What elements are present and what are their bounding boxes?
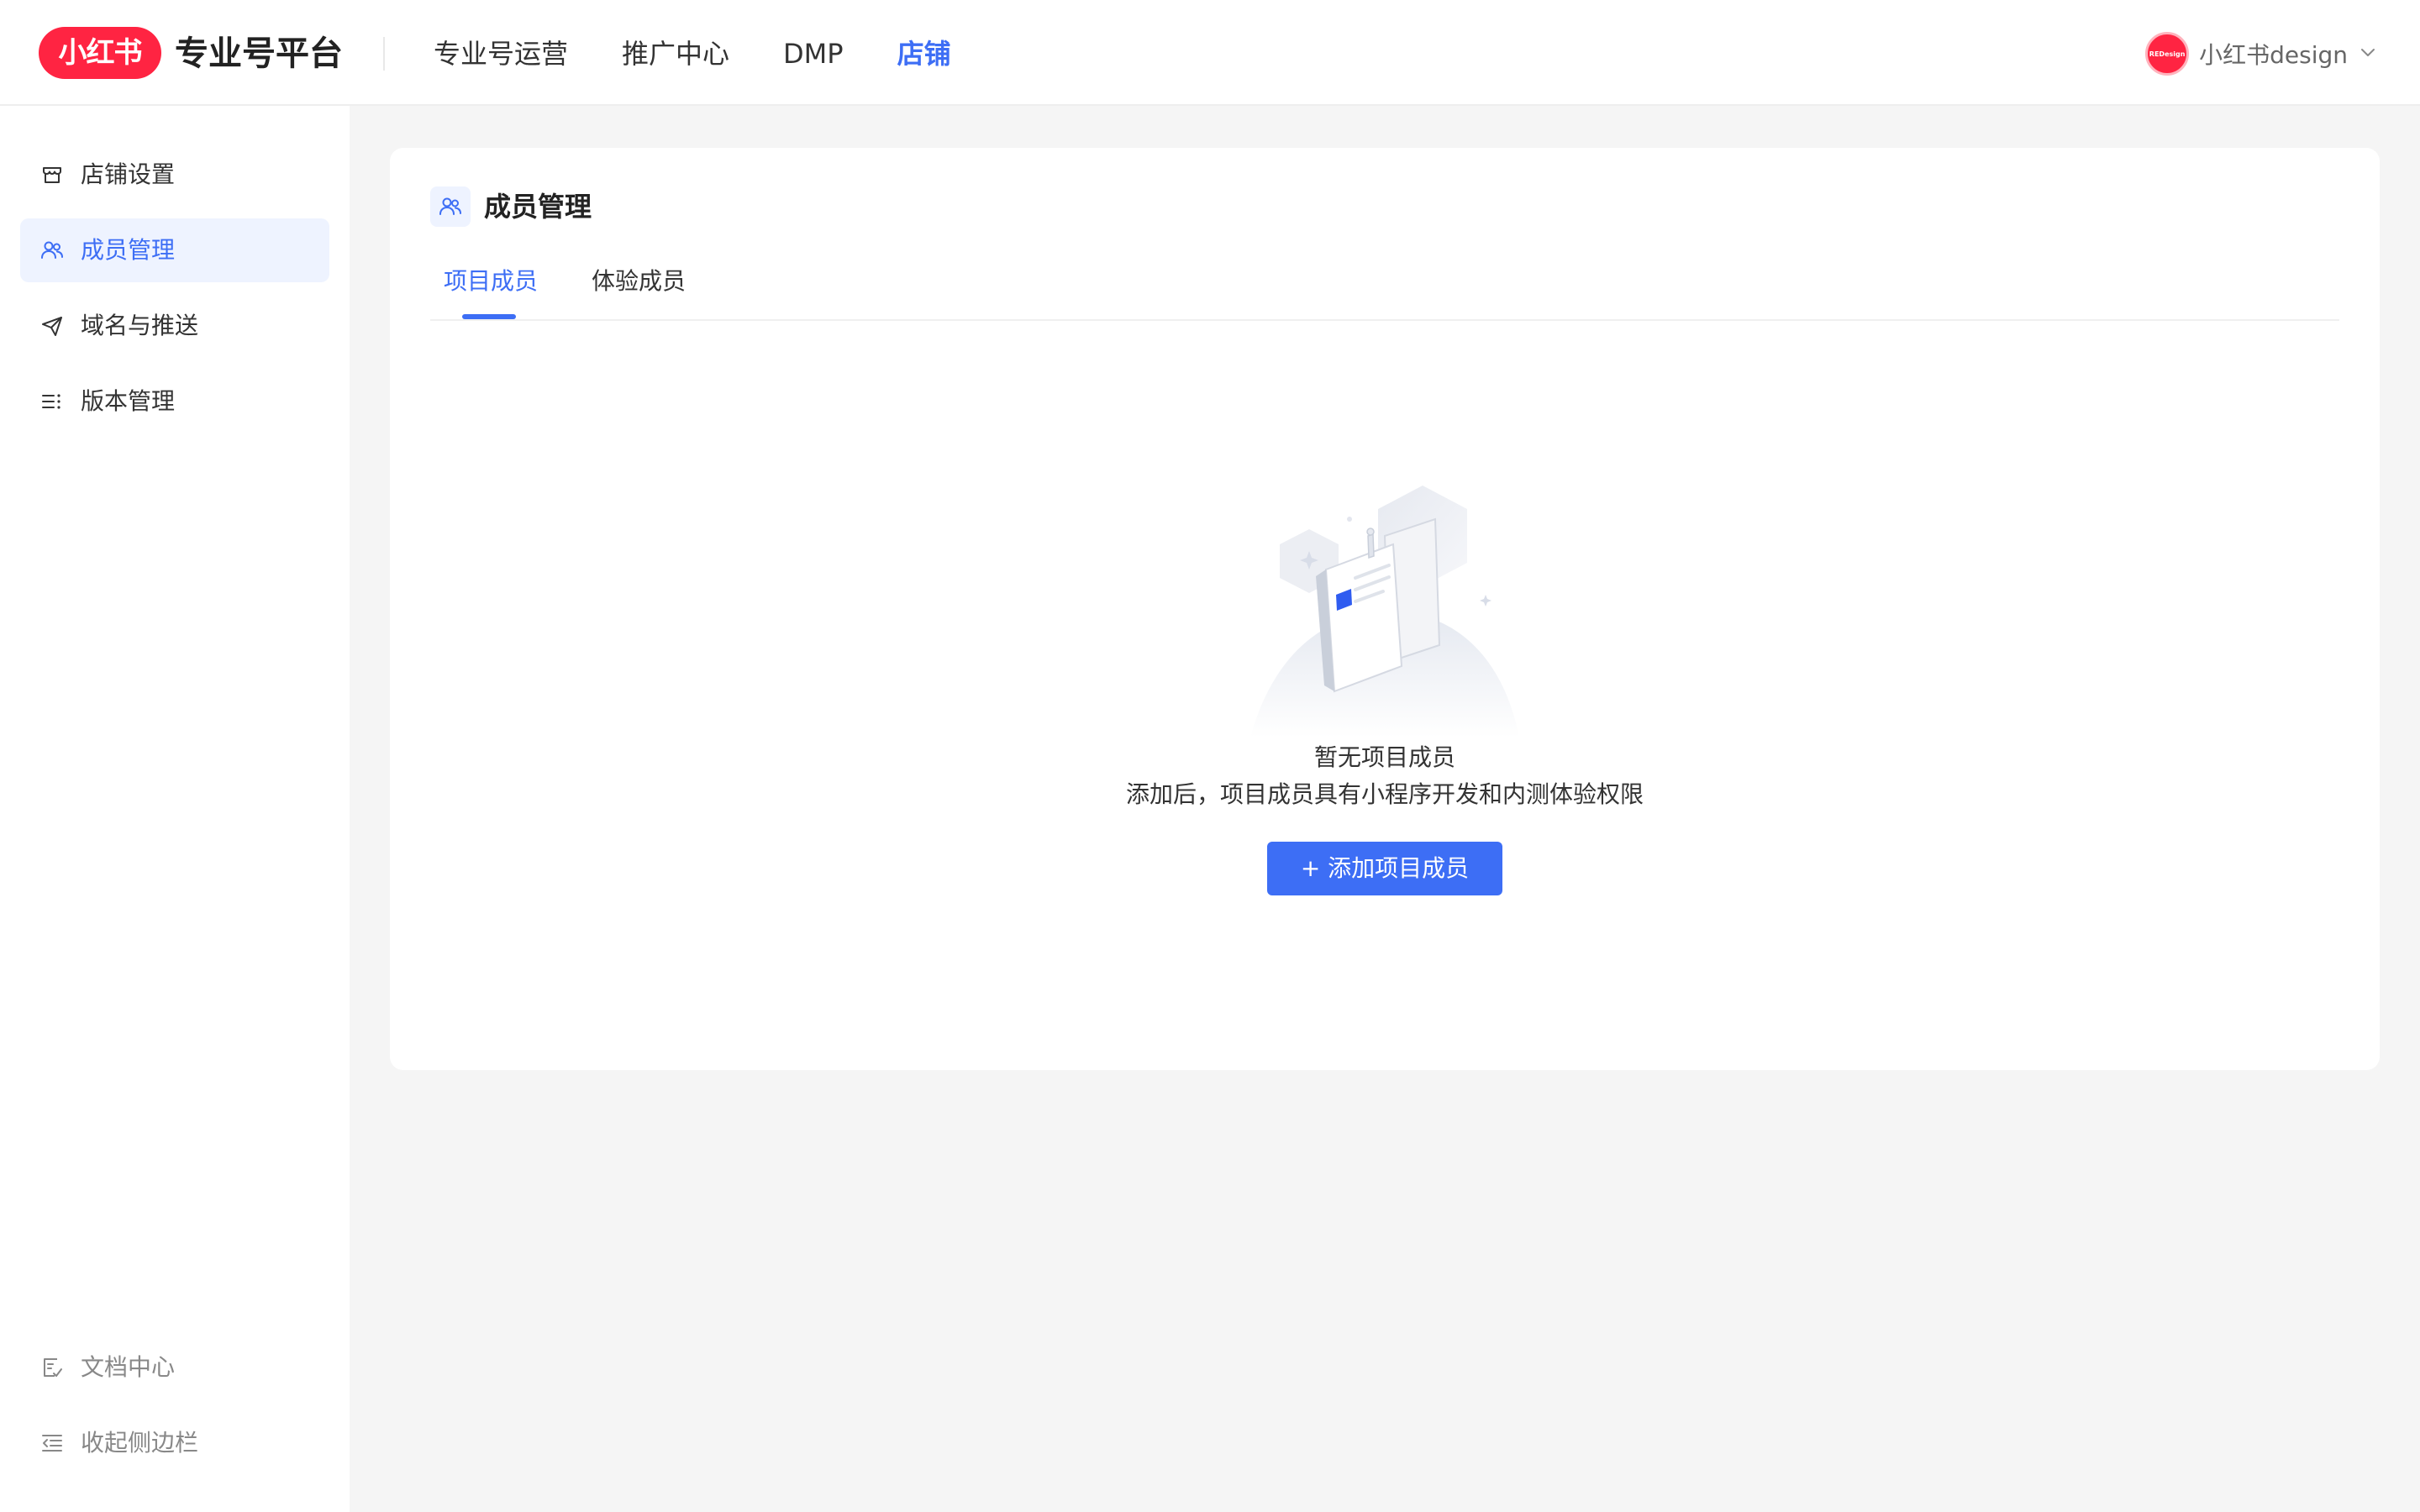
sidebar-item-label: 域名与推送: [81, 312, 199, 339]
sidebar-item-label: 版本管理: [81, 387, 176, 415]
active-tab-indicator: [462, 314, 516, 319]
member-tabs: 项目成员 体验成员: [430, 257, 2339, 321]
sidebar-item-store-settings[interactable]: 店铺设置: [20, 143, 329, 207]
document-icon: [40, 1356, 64, 1379]
top-navigation: 专业号运营 推广中心 DMP 店铺: [434, 30, 951, 77]
collapse-sidebar-button[interactable]: 收起侧边栏: [20, 1411, 329, 1475]
collapse-sidebar-icon: [40, 1431, 64, 1455]
sidebar: 店铺设置 成员管理 域名与推送 版本管理 文档中心 收起侧边栏: [0, 106, 350, 1512]
sidebar-item-version[interactable]: 版本管理: [20, 370, 329, 433]
platform-title: 专业号平台: [175, 34, 343, 73]
send-icon: [40, 314, 64, 338]
sidebar-item-label: 收起侧边栏: [81, 1429, 199, 1457]
user-name: 小红书design: [2199, 41, 2348, 69]
tab-trial-members[interactable]: 体验成员: [592, 257, 686, 306]
add-project-member-button[interactable]: + 添加项目成员: [1267, 842, 1502, 895]
empty-state-title: 暂无项目成员: [1313, 743, 1455, 771]
member-management-card: 成员管理 项目成员 体验成员 暂无项目成员 添加后，项目成员具有小程序开发和内测…: [390, 148, 2380, 1070]
sidebar-item-label: 成员管理: [81, 236, 176, 264]
empty-state-illustration: [1242, 486, 1528, 754]
topnav-item-promotion[interactable]: 推广中心: [622, 30, 729, 77]
brand-logo[interactable]: 小红书: [39, 27, 161, 79]
chevron-down-icon: [2358, 42, 2378, 66]
sidebar-item-domain-push[interactable]: 域名与推送: [20, 294, 329, 358]
empty-state-description: 添加后，项目成员具有小程序开发和内测体验权限: [1125, 780, 1644, 808]
sidebar-item-docs[interactable]: 文档中心: [20, 1336, 329, 1399]
sidebar-item-label: 店铺设置: [81, 160, 176, 188]
tab-project-members[interactable]: 项目成员: [444, 257, 538, 306]
avatar: REDesign: [2145, 32, 2190, 76]
sidebar-item-members[interactable]: 成员管理: [20, 218, 329, 282]
topnav-item-dmp[interactable]: DMP: [783, 30, 844, 77]
header-divider: [383, 37, 385, 71]
page-title: 成员管理: [484, 191, 592, 223]
topnav-item-store[interactable]: 店铺: [897, 30, 951, 77]
list-icon: [40, 390, 64, 413]
users-icon: [40, 239, 64, 262]
topnav-item-operations[interactable]: 专业号运营: [434, 30, 568, 77]
sidebar-item-label: 文档中心: [81, 1353, 176, 1381]
top-bar: 小红书 专业号平台 专业号运营 推广中心 DMP 店铺 REDesign 小红书…: [0, 0, 2420, 106]
user-menu[interactable]: REDesign 小红书design: [2145, 30, 2378, 77]
store-icon: [40, 163, 64, 186]
users-icon: [430, 186, 471, 227]
